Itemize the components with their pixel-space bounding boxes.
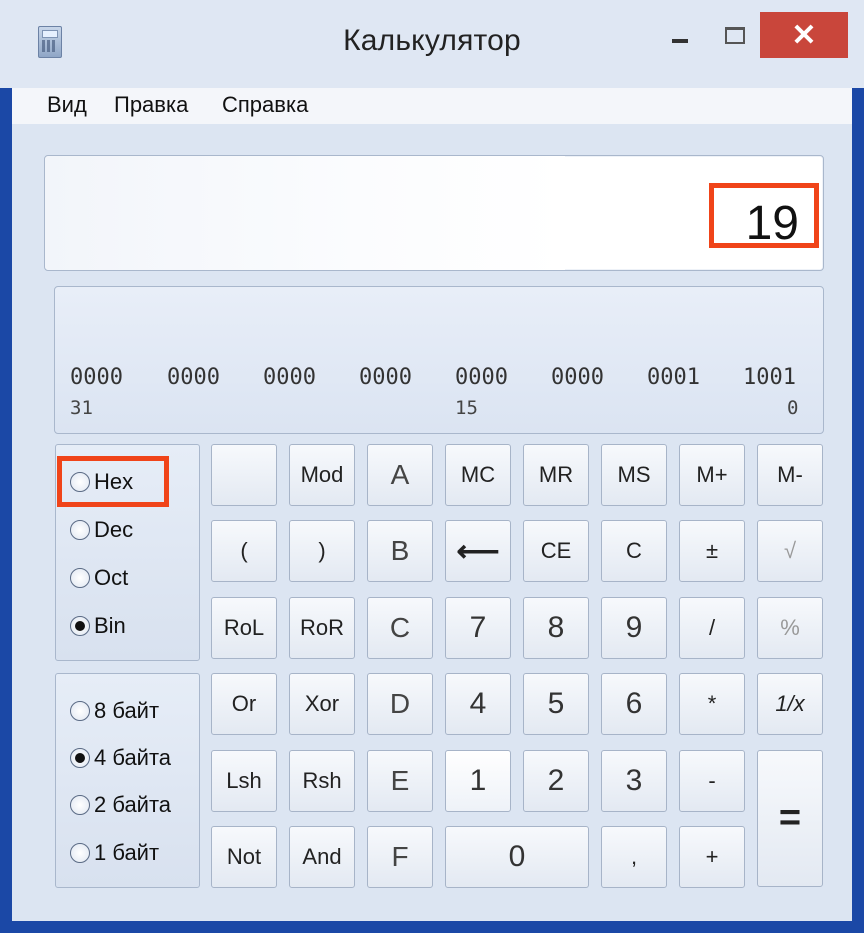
digit-6-key[interactable]: 6 [601,673,667,735]
digit-3-key[interactable]: 3 [601,750,667,812]
digit-8-key[interactable]: 8 [523,597,589,659]
multiply-key[interactable]: * [679,673,745,735]
digit-4-key[interactable]: 4 [445,673,511,735]
word-size-group: 8 байт 4 байта 2 байта 1 байт [55,673,200,888]
close-icon: ✕ [791,18,817,52]
clear-entry-key[interactable]: CE [523,520,589,582]
plus-minus-key[interactable]: ± [679,520,745,582]
hex-e-key[interactable]: E [367,750,433,812]
value-highlight-box [709,183,819,248]
left-shift-key[interactable]: Lsh [211,750,277,812]
radio-oct[interactable]: Oct [70,565,128,591]
radio-circle[interactable] [70,520,90,540]
bit-group: 0000 [359,365,412,390]
rotate-left-key[interactable]: RoL [211,597,277,659]
hex-d-key[interactable]: D [367,673,433,735]
digit-2-key[interactable]: 2 [523,750,589,812]
binary-bits-panel: 0000 0000 0000 0000 0000 0000 0001 1001 … [54,286,824,434]
digit-9-key[interactable]: 9 [601,597,667,659]
bit-group: 0000 [167,365,220,390]
close-paren-key[interactable]: ) [289,520,355,582]
hex-f-key[interactable]: F [367,826,433,888]
radio-8-bytes[interactable]: 8 байт [70,698,159,724]
and-key[interactable]: And [289,826,355,888]
title-bar[interactable]: Калькулятор ✕ [0,0,864,88]
bit-group: 0000 [551,365,604,390]
memory-clear-key[interactable]: MC [445,444,511,506]
radio-label: Dec [94,517,134,542]
display: 19 [44,155,824,271]
not-key[interactable]: Not [211,826,277,888]
memory-add-key[interactable]: M+ [679,444,745,506]
add-key[interactable]: + [679,826,745,888]
bit-group: 0000 [263,365,316,390]
radio-circle[interactable] [70,748,90,768]
bit-group: 0000 [455,365,508,390]
memory-subtract-key[interactable]: M- [757,444,823,506]
hex-a-key[interactable]: A [367,444,433,506]
rotate-right-key[interactable]: RoR [289,597,355,659]
menu-edit[interactable]: Правка [114,92,188,118]
bit-index: 15 [455,397,478,419]
radio-label: 1 байт [94,840,160,865]
subtract-key[interactable]: - [679,750,745,812]
equals-key[interactable]: = [757,750,823,887]
maximize-icon [725,26,745,44]
radio-circle[interactable] [70,795,90,815]
decimal-key[interactable]: , [601,826,667,888]
radio-label: 2 байта [94,792,172,817]
bit-group: 0001 [647,365,700,390]
radio-circle[interactable] [70,843,90,863]
radio-bin[interactable]: Bin [70,613,126,639]
radio-1-byte[interactable]: 1 байт [70,840,159,866]
sqrt-key[interactable]: √ [757,520,823,582]
or-key[interactable]: Or [211,673,277,735]
radio-label: Oct [94,565,129,590]
radio-label: Bin [94,613,126,638]
bit-group: 0000 [70,365,123,390]
digit-7-key[interactable]: 7 [445,597,511,659]
maximize-button[interactable] [715,12,755,58]
bit-index: 0 [787,397,799,419]
hex-highlight-box [57,456,169,507]
bit-group: 1001 [743,365,796,390]
xor-key[interactable]: Xor [289,673,355,735]
menu-view[interactable]: Вид [47,92,87,118]
mod-key[interactable]: Mod [289,444,355,506]
hex-c-key[interactable]: C [367,597,433,659]
radio-circle[interactable] [70,616,90,636]
radio-circle[interactable] [70,701,90,721]
close-button[interactable]: ✕ [760,12,848,58]
memory-store-key[interactable]: MS [601,444,667,506]
hex-b-key[interactable]: B [367,520,433,582]
radio-dec[interactable]: Dec [70,517,133,543]
radio-2-bytes[interactable]: 2 байта [70,792,171,818]
radio-circle[interactable] [70,568,90,588]
minimize-icon [672,39,688,43]
minimize-button[interactable] [660,12,700,58]
open-paren-key[interactable]: ( [211,520,277,582]
blank-key[interactable] [211,444,277,506]
digit-5-key[interactable]: 5 [523,673,589,735]
digit-0-key[interactable]: 0 [445,826,589,888]
memory-recall-key[interactable]: MR [523,444,589,506]
reciprocal-key[interactable]: 1/x [757,673,823,735]
right-shift-key[interactable]: Rsh [289,750,355,812]
clear-key[interactable]: C [601,520,667,582]
bit-index: 31 [70,397,93,419]
backspace-key[interactable]: ⟵ [445,520,511,582]
menu-bar: Вид Правка Справка [12,88,852,124]
divide-key[interactable]: / [679,597,745,659]
radio-label: 4 байта [94,745,172,770]
radio-4-bytes[interactable]: 4 байта [70,745,171,771]
radio-label: 8 байт [94,698,160,723]
percent-key[interactable]: % [757,597,823,659]
digit-1-key[interactable]: 1 [445,750,511,812]
menu-help[interactable]: Справка [222,92,308,118]
